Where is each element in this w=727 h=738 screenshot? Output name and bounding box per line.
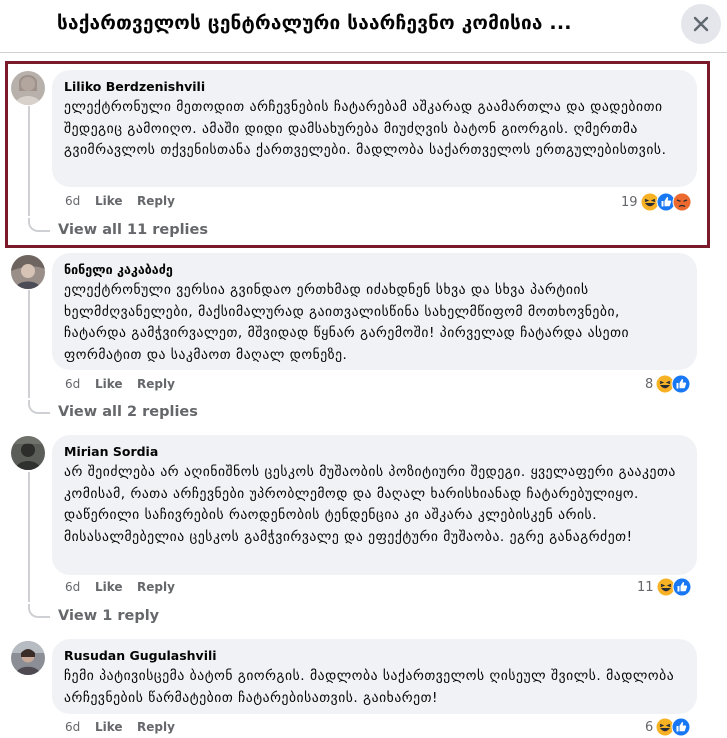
comment-actions: 6d Like Reply bbox=[65, 580, 175, 594]
avatar[interactable] bbox=[11, 436, 45, 470]
reaction-count: 11 bbox=[637, 579, 654, 595]
comment-bubble: Rusudan Gugulashvili ჩემი პატივისცემა ბა… bbox=[52, 639, 697, 714]
thread-connector bbox=[28, 218, 50, 232]
comment-actions: 6d Like Reply bbox=[65, 720, 175, 734]
comment-text: ჩემი პატივისცემა ბატონ გიორგის. მადლობა … bbox=[64, 668, 675, 706]
comment-text: ელექტრონული მეთოდით არჩევნების ჩატარებამ… bbox=[64, 99, 667, 158]
comment-author[interactable]: ნინელი კაკაბაძე bbox=[64, 261, 685, 278]
reaction-summary[interactable]: 8 bbox=[645, 374, 691, 394]
reply-button[interactable]: Reply bbox=[137, 194, 175, 208]
reaction-summary[interactable]: 19 bbox=[621, 192, 692, 212]
reply-button[interactable]: Reply bbox=[137, 720, 175, 734]
thread-line bbox=[28, 472, 30, 602]
thread-line bbox=[28, 290, 30, 398]
comment-author[interactable]: Mirian Sordia bbox=[64, 443, 685, 460]
comment-timestamp[interactable]: 6d bbox=[65, 377, 95, 391]
thread-line bbox=[28, 106, 30, 216]
reaction-summary[interactable]: 11 bbox=[637, 577, 692, 597]
avatar[interactable] bbox=[11, 641, 45, 675]
thread-connector bbox=[28, 604, 50, 618]
like-reaction-icon bbox=[671, 717, 691, 737]
reaction-count: 6 bbox=[645, 719, 654, 735]
close-icon bbox=[693, 16, 709, 32]
comment-timestamp[interactable]: 6d bbox=[65, 720, 95, 734]
thread-connector bbox=[28, 400, 50, 414]
reply-button[interactable]: Reply bbox=[137, 377, 175, 391]
like-reaction-icon bbox=[672, 577, 692, 597]
comment-bubble: Mirian Sordia არ შეიძლება არ აღინიშნოს ც… bbox=[52, 435, 697, 575]
comment-author[interactable]: Rusudan Gugulashvili bbox=[64, 647, 685, 664]
reply-button[interactable]: Reply bbox=[137, 580, 175, 594]
avatar[interactable] bbox=[11, 255, 45, 289]
like-button[interactable]: Like bbox=[95, 580, 125, 594]
comment-bubble: Liliko Berdzenishvili ელექტრონული მეთოდი… bbox=[52, 70, 697, 187]
close-button[interactable] bbox=[681, 4, 721, 44]
like-button[interactable]: Like bbox=[95, 377, 125, 391]
view-replies-button[interactable]: View 1 reply bbox=[58, 608, 159, 624]
dialog-title: საქართველოს ცენტრალური საარჩევნო კომისია… bbox=[57, 12, 572, 34]
comment-timestamp[interactable]: 6d bbox=[65, 580, 95, 594]
view-replies-button[interactable]: View all 2 replies bbox=[58, 404, 198, 420]
like-button[interactable]: Like bbox=[95, 194, 125, 208]
reaction-summary[interactable]: 6 bbox=[645, 717, 691, 737]
comment-author[interactable]: Liliko Berdzenishvili bbox=[64, 78, 685, 95]
avatar[interactable] bbox=[11, 71, 45, 105]
comment-text: არ შეიძლება არ აღინიშნოს ცესკოს მუშაობის… bbox=[64, 464, 676, 545]
dialog-header: საქართველოს ცენტრალური საარჩევნო კომისია… bbox=[0, 0, 727, 52]
header-divider bbox=[0, 52, 727, 53]
like-reaction-icon bbox=[671, 374, 691, 394]
comment-text: ელექტრონული ვერსია გვინდაო ერთხმად იძახდ… bbox=[64, 282, 630, 363]
comment-actions: 6d Like Reply bbox=[65, 194, 175, 208]
angry-reaction-icon bbox=[672, 192, 692, 212]
comment-actions: 6d Like Reply bbox=[65, 377, 175, 391]
view-replies-button[interactable]: View all 11 replies bbox=[58, 222, 208, 238]
comment-bubble: ნინელი კაკაბაძე ელექტრონული ვერსია გვინდ… bbox=[52, 253, 697, 370]
like-button[interactable]: Like bbox=[95, 720, 125, 734]
reaction-count: 19 bbox=[621, 194, 638, 210]
comment-timestamp[interactable]: 6d bbox=[65, 194, 95, 208]
reaction-count: 8 bbox=[645, 376, 654, 392]
